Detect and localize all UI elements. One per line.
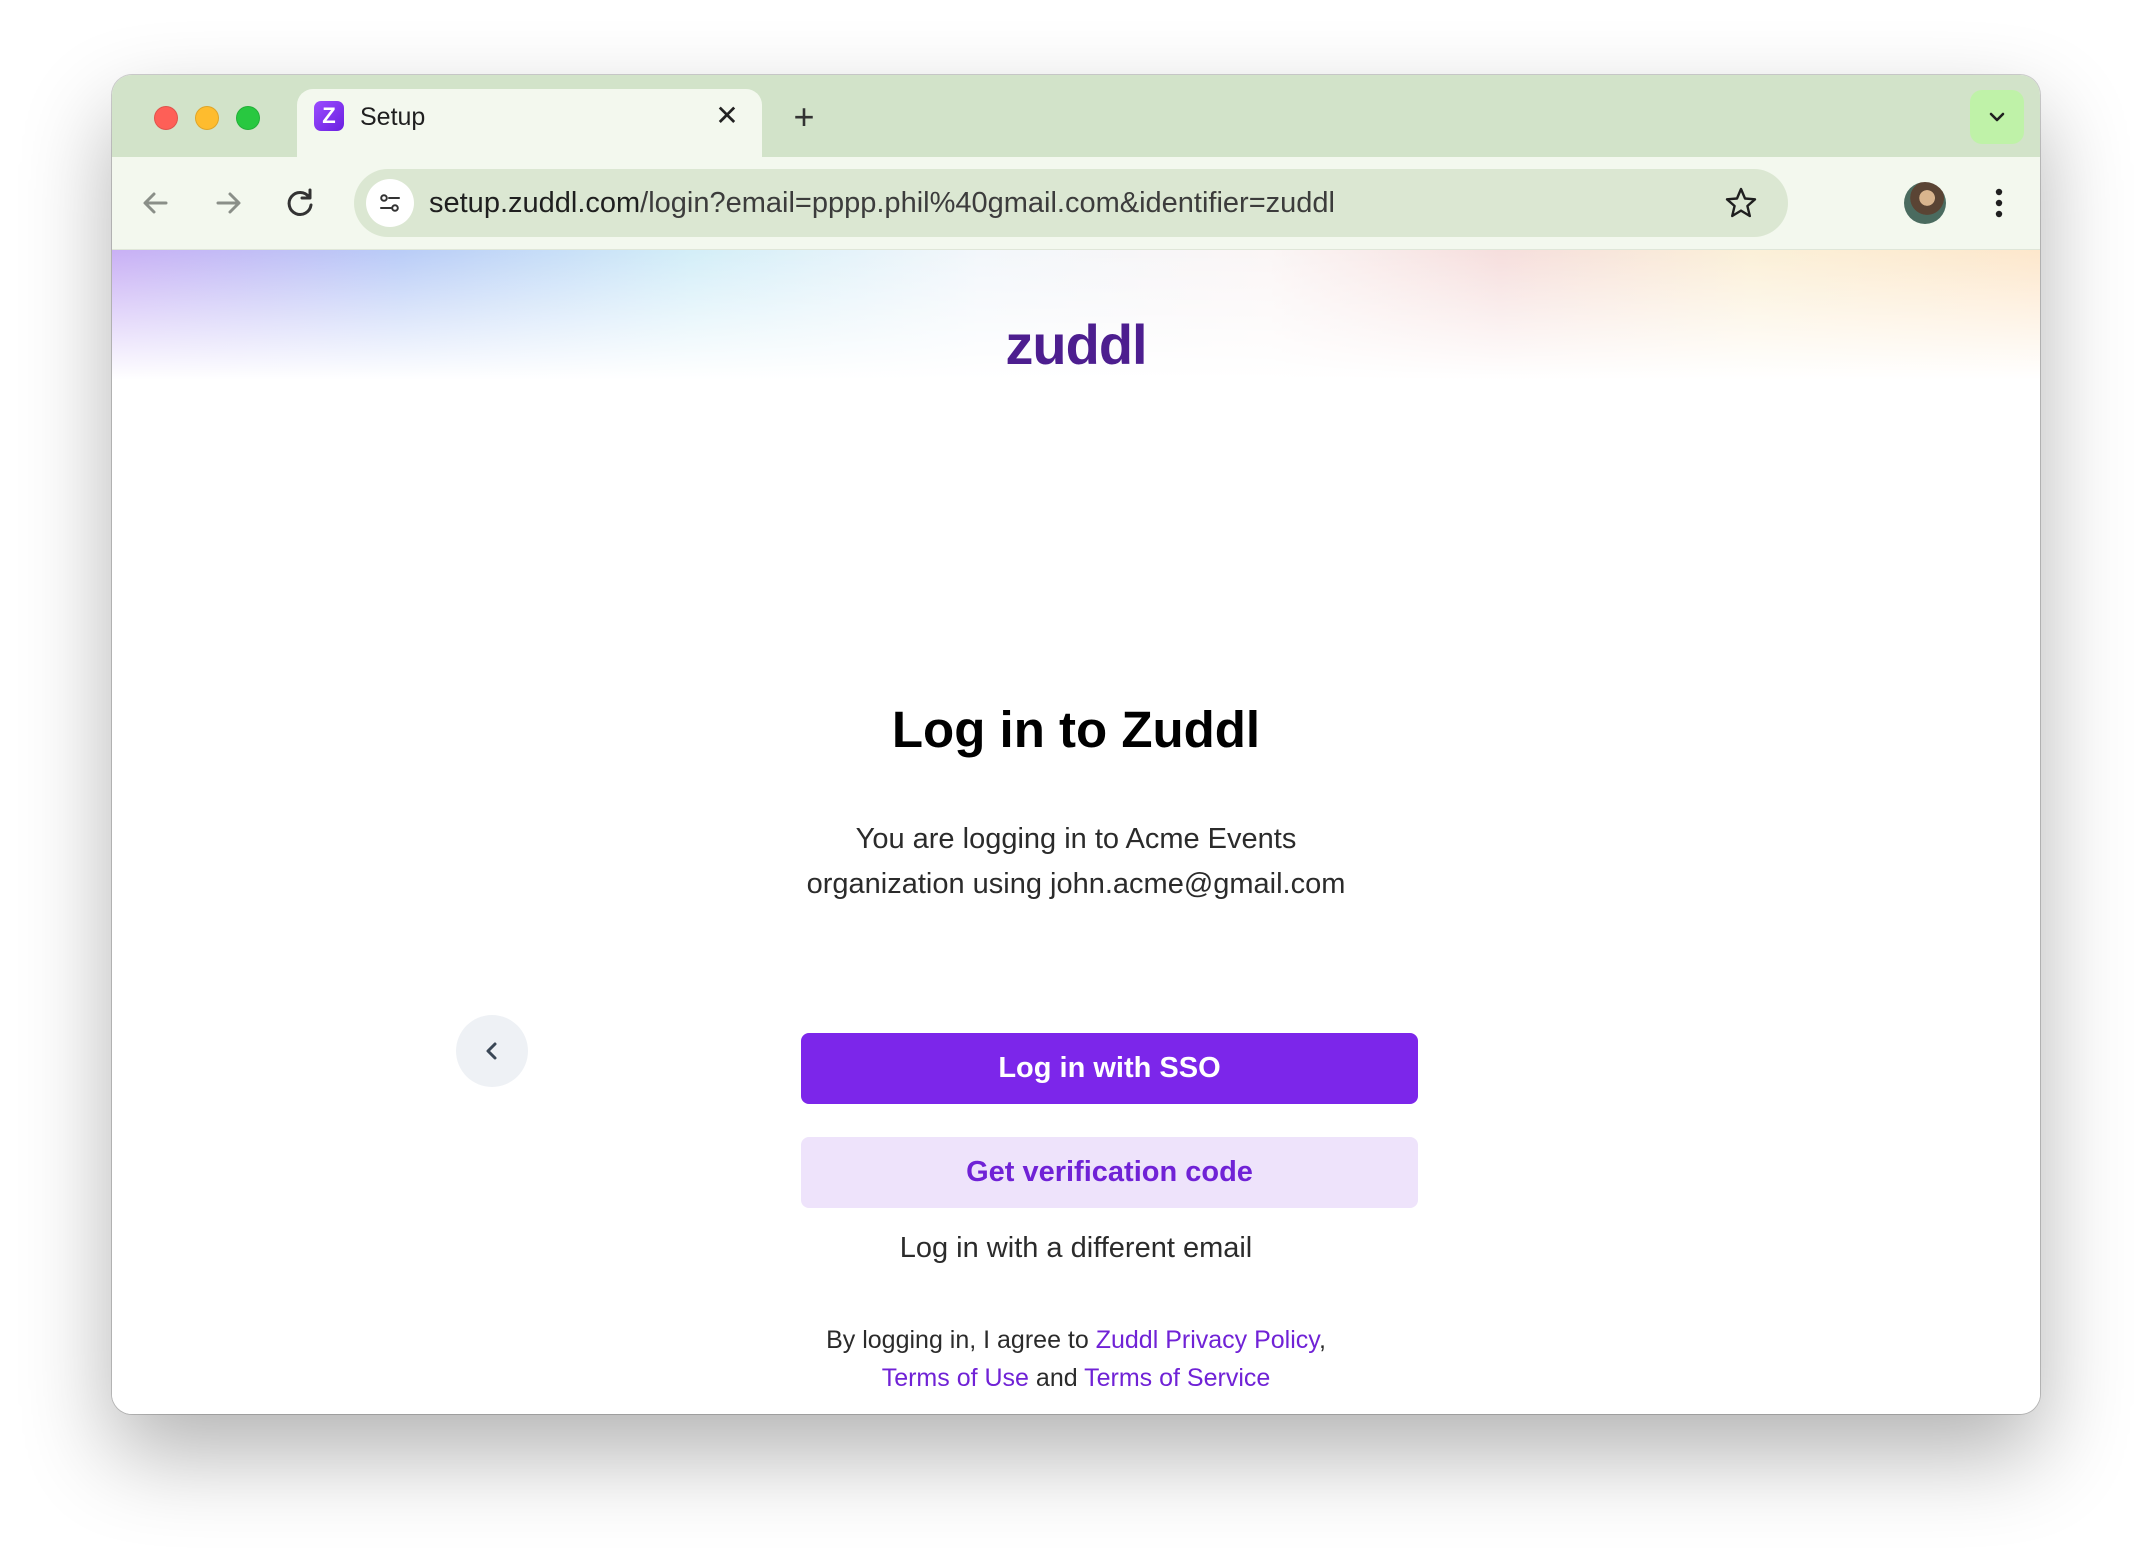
tune-icon: [380, 194, 400, 212]
privacy-policy-link[interactable]: Zuddl Privacy Policy: [1096, 1326, 1319, 1354]
legal-notice: By logging in, I agree to Zuddl Privacy …: [712, 1321, 1440, 1397]
new-tab-button[interactable]: +: [782, 95, 826, 139]
terms-of-use-link[interactable]: Terms of Use: [882, 1364, 1029, 1392]
reload-button[interactable]: [277, 180, 323, 226]
chevron-left-icon: [486, 1042, 497, 1060]
different-email-link[interactable]: Log in with a different email: [112, 1228, 2040, 1268]
url-host: setup.zuddl.com: [429, 187, 641, 219]
page-content: zuddl Log in to Zuddl You are logging in…: [112, 250, 2040, 1414]
browser-toolbar: setup.zuddl.com/login?email=pppp.phil%40…: [112, 157, 2040, 250]
kebab-icon: [1995, 188, 2003, 218]
sso-login-button[interactable]: Log in with SSO: [801, 1033, 1418, 1104]
bookmark-button[interactable]: [1722, 184, 1760, 222]
browser-window: Z Setup ✕ + setup.zuddl.com/login?email=…: [112, 75, 2040, 1414]
star-icon: [1725, 187, 1757, 218]
legal-line-2: Terms of Use and Terms of Service: [712, 1359, 1440, 1397]
zuddl-logo: zuddl: [1005, 313, 1147, 376]
url-path: /login?email=pppp.phil%40gmail.com&ident…: [640, 187, 1335, 219]
maximize-window-button[interactable]: [236, 106, 260, 130]
profile-avatar[interactable]: [1904, 182, 1946, 224]
subtitle-line-1: You are logging in to Acme Events: [855, 823, 1297, 855]
tab-strip: Z Setup ✕ +: [112, 75, 2040, 157]
chevron-down-icon: [1989, 112, 2005, 122]
arrow-left-icon: [143, 192, 168, 214]
tab-close-icon[interactable]: ✕: [712, 101, 742, 131]
legal-comma: ,: [1318, 1326, 1326, 1354]
subtitle-line-2: organization using john.acme@gmail.com: [806, 868, 1346, 900]
page-title: Log in to Zuddl: [891, 701, 1261, 758]
address-bar[interactable]: setup.zuddl.com/login?email=pppp.phil%40…: [354, 169, 1788, 237]
login-subtitle: You are logging in to Acme Events organi…: [792, 817, 1360, 907]
get-verification-code-button[interactable]: Get verification code: [801, 1137, 1418, 1208]
site-info-button[interactable]: [366, 179, 414, 227]
close-window-button[interactable]: [154, 106, 178, 130]
tab-title: Setup: [360, 103, 426, 131]
legal-and: and: [1028, 1364, 1085, 1392]
legal-line-1: By logging in, I agree to Zuddl Privacy …: [712, 1321, 1440, 1359]
forward-button[interactable]: [205, 180, 251, 226]
browser-menu-button[interactable]: [1978, 182, 2020, 224]
url-text[interactable]: setup.zuddl.com/login?email=pppp.phil%40…: [429, 185, 1335, 221]
tab-search-button[interactable]: [1970, 90, 2024, 144]
arrow-right-icon: [216, 192, 241, 214]
legal-prefix: By logging in, I agree to: [826, 1326, 1096, 1354]
back-button[interactable]: [456, 1015, 528, 1087]
minimize-window-button[interactable]: [195, 106, 219, 130]
zuddl-favicon-icon: Z: [314, 101, 344, 131]
reload-icon: [287, 188, 313, 216]
terms-of-service-link[interactable]: Terms of Service: [1084, 1364, 1270, 1392]
tab-setup[interactable]: Z Setup ✕: [297, 89, 762, 157]
back-button[interactable]: [133, 180, 179, 226]
